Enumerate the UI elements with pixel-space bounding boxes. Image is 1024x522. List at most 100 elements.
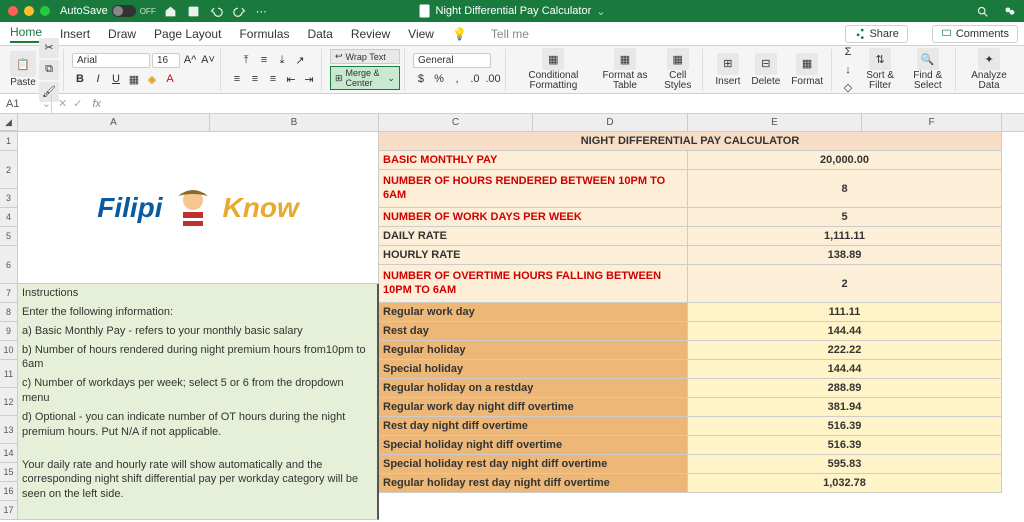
comments-button[interactable]: Comments <box>932 25 1018 43</box>
tell-me-search[interactable]: Tell me <box>491 27 529 41</box>
tab-home[interactable]: Home <box>10 25 42 43</box>
row-header[interactable]: 16 <box>0 482 18 501</box>
align-right-icon[interactable]: ≡ <box>265 71 281 87</box>
calc-value[interactable]: 1,032.78 <box>688 474 1002 493</box>
row-header[interactable]: 12 <box>0 388 18 416</box>
decrease-indent-icon[interactable]: ⇤ <box>283 71 299 87</box>
underline-button[interactable]: U <box>108 71 124 87</box>
insert-cells-button[interactable]: ⊞Insert <box>711 53 744 87</box>
delete-cells-button[interactable]: ⊟Delete <box>747 53 784 87</box>
clear-icon[interactable]: ◇ <box>840 80 856 96</box>
cancel-formula-icon[interactable]: ✕ <box>58 97 67 110</box>
paste-icon[interactable]: 📋 <box>10 51 36 77</box>
fullscreen-window-icon[interactable] <box>40 6 50 16</box>
calc-value[interactable]: 222.22 <box>688 341 1002 360</box>
fill-icon[interactable]: ↓ <box>840 62 856 78</box>
align-top-icon[interactable]: ⤒ <box>238 52 254 68</box>
tab-data[interactable]: Data <box>307 27 332 41</box>
tab-formulas[interactable]: Formulas <box>239 27 289 41</box>
calc-value[interactable]: 5 <box>688 208 1002 227</box>
row-header[interactable]: 9 <box>0 322 18 341</box>
calc-value[interactable]: 1,111.11 <box>688 227 1002 246</box>
autosum-icon[interactable]: Σ <box>840 44 856 60</box>
row-header[interactable]: 7 <box>0 284 18 303</box>
border-icon[interactable]: ▦ <box>126 71 142 87</box>
orientation-icon[interactable]: ↗ <box>292 52 308 68</box>
fill-color-icon[interactable]: ◆ <box>144 71 160 87</box>
search-icon[interactable] <box>976 5 989 18</box>
calc-value[interactable]: 144.44 <box>688 360 1002 379</box>
row-header[interactable]: 1 <box>0 132 18 151</box>
col-header[interactable]: A <box>18 114 210 131</box>
comma-icon[interactable]: , <box>449 71 465 87</box>
format-cells-button[interactable]: ▦Format <box>787 53 827 87</box>
calc-value[interactable]: 2 <box>688 265 1002 303</box>
col-header[interactable]: F <box>862 114 1002 131</box>
row-header[interactable]: 3 <box>0 189 18 208</box>
copy-icon[interactable]: ⧉ <box>39 60 59 80</box>
calc-value[interactable]: 111.11 <box>688 303 1002 322</box>
calc-value[interactable]: 8 <box>688 170 1002 208</box>
merge-center-button[interactable]: ⊞ Merge & Center ⌄ <box>330 66 400 90</box>
percent-icon[interactable]: % <box>431 71 447 87</box>
font-color-icon[interactable]: A <box>162 71 178 87</box>
calc-value[interactable]: 288.89 <box>688 379 1002 398</box>
row-header[interactable]: 5 <box>0 227 18 246</box>
row-header[interactable]: 10 <box>0 341 18 360</box>
share-button[interactable]: Share <box>845 25 907 43</box>
row-header[interactable]: 15 <box>0 463 18 482</box>
increase-indent-icon[interactable]: ⇥ <box>301 71 317 87</box>
row-header[interactable]: 2 <box>0 151 18 189</box>
row-header[interactable]: 11 <box>0 360 18 388</box>
save-icon[interactable] <box>187 5 200 18</box>
row-header[interactable]: 14 <box>0 444 18 463</box>
col-header[interactable]: B <box>210 114 379 131</box>
align-left-icon[interactable]: ≡ <box>229 71 245 87</box>
analyze-data-button[interactable]: ✦Analyze Data <box>964 48 1014 91</box>
col-header[interactable]: D <box>533 114 688 131</box>
conditional-formatting-button[interactable]: ▦Conditional Formatting <box>514 48 593 91</box>
redo-icon[interactable] <box>233 5 246 18</box>
row-header[interactable]: 13 <box>0 416 18 444</box>
find-select-button[interactable]: 🔍Find & Select <box>904 48 951 91</box>
currency-icon[interactable]: $ <box>413 71 429 87</box>
calc-value[interactable]: 138.89 <box>688 246 1002 265</box>
cut-icon[interactable]: ✂ <box>39 38 59 58</box>
increase-font-icon[interactable]: A^ <box>182 52 198 68</box>
minimize-window-icon[interactable] <box>24 6 34 16</box>
align-center-icon[interactable]: ≡ <box>247 71 263 87</box>
tab-view[interactable]: View <box>408 27 434 41</box>
col-header[interactable]: E <box>688 114 862 131</box>
calc-value[interactable]: 144.44 <box>688 322 1002 341</box>
calc-value[interactable]: 516.39 <box>688 417 1002 436</box>
calc-value[interactable]: 381.94 <box>688 398 1002 417</box>
wrap-text-button[interactable]: ↩ Wrap Text <box>330 49 400 64</box>
font-select[interactable]: Arial <box>72 53 150 68</box>
italic-button[interactable]: I <box>90 71 106 87</box>
close-window-icon[interactable] <box>8 6 18 16</box>
name-box[interactable]: A1 ⌄ <box>0 94 52 113</box>
col-header[interactable]: C <box>379 114 533 131</box>
tab-page-layout[interactable]: Page Layout <box>154 27 221 41</box>
align-bottom-icon[interactable]: ⤓ <box>274 52 290 68</box>
row-header[interactable]: 4 <box>0 208 18 227</box>
autosave-toggle[interactable]: AutoSave OFF <box>60 5 156 17</box>
align-middle-icon[interactable]: ≡ <box>256 52 272 68</box>
bold-button[interactable]: B <box>72 71 88 87</box>
number-format-select[interactable]: General <box>413 53 491 68</box>
decrease-font-icon[interactable]: A˅ <box>200 52 216 68</box>
tab-draw[interactable]: Draw <box>108 27 136 41</box>
tab-review[interactable]: Review <box>351 27 390 41</box>
row-header[interactable]: 6 <box>0 246 18 284</box>
tab-insert[interactable]: Insert <box>60 27 90 41</box>
increase-decimal-icon[interactable]: .0 <box>467 71 483 87</box>
decrease-decimal-icon[interactable]: .00 <box>485 71 501 87</box>
cell-styles-button[interactable]: ▦Cell Styles <box>657 48 698 91</box>
calc-value[interactable]: 516.39 <box>688 436 1002 455</box>
calc-value[interactable]: 20,000.00 <box>688 151 1002 170</box>
sort-filter-button[interactable]: ⇅Sort & Filter <box>859 48 901 91</box>
format-as-table-button[interactable]: ▦Format as Table <box>596 48 654 91</box>
calc-value[interactable]: 595.83 <box>688 455 1002 474</box>
home-icon[interactable] <box>164 5 177 18</box>
select-all-corner[interactable]: ◢ <box>0 114 18 131</box>
